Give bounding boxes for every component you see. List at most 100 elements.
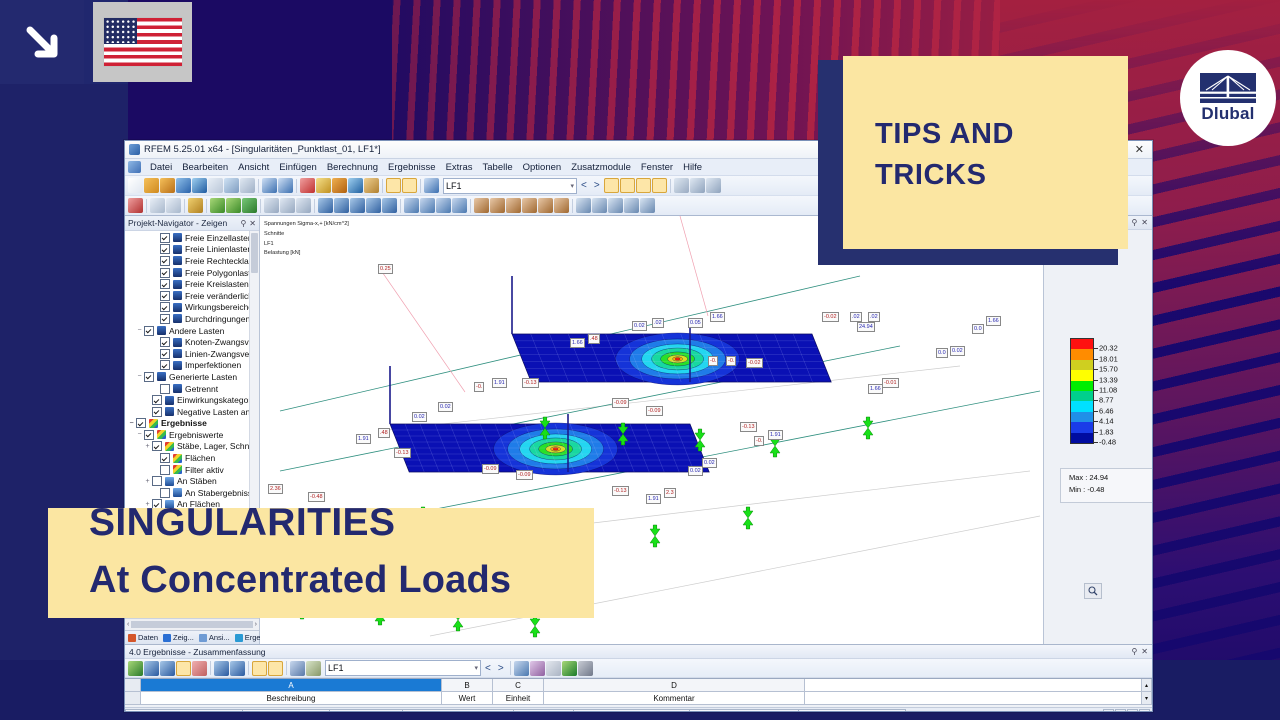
toolbar-button[interactable] (366, 198, 381, 213)
navigator-close-icon[interactable]: ✕ (249, 219, 256, 228)
grid-scroll-arrow[interactable]: ▴ (1142, 679, 1152, 692)
toolbar-button[interactable] (386, 178, 401, 193)
menu-item-tabelle[interactable]: Tabelle (478, 161, 518, 174)
toolbar-button[interactable] (128, 178, 143, 193)
toolbar-button[interactable] (350, 198, 365, 213)
toolbar-button[interactable] (166, 198, 181, 213)
toolbar-button[interactable] (506, 198, 521, 213)
tree-checkbox[interactable] (160, 267, 170, 278)
tree-checkbox[interactable] (160, 255, 170, 266)
menu-item-ergebnisse[interactable]: Ergebnisse (383, 161, 441, 174)
results-grid[interactable]: A B C D ▴ Beschreibung Wert Einheit Kommentar ▾ (125, 678, 1152, 707)
table-close-icon[interactable]: ✕ (1141, 647, 1148, 656)
results-tab[interactable]: Flächen - Hauptschnittgrößen (797, 708, 907, 711)
tree-checkbox[interactable] (136, 418, 146, 429)
toolbar-button[interactable] (404, 198, 419, 213)
grid-column-letter[interactable]: C (493, 679, 544, 692)
toolbar-button[interactable] (150, 198, 165, 213)
scroll-left-icon[interactable]: ‹ (127, 621, 129, 628)
tree-checkbox[interactable] (160, 487, 170, 498)
navigator-tree-item[interactable]: + Stäbe, Lager, Schni (125, 441, 259, 453)
toolbar-button[interactable] (624, 198, 639, 213)
toolbar-button[interactable] (300, 178, 315, 193)
toolbar-button[interactable] (382, 198, 397, 213)
tab-nav-button[interactable]: ◀ (1115, 708, 1126, 711)
toolbar-button[interactable] (452, 198, 467, 213)
toolbar-button[interactable] (545, 660, 561, 676)
tree-checkbox[interactable] (152, 441, 162, 452)
tree-expander-icon[interactable]: + (143, 478, 152, 485)
navigator-tree-item[interactable]: + An Stäben (125, 475, 259, 487)
toolbar-button[interactable] (592, 198, 607, 213)
toolbar-button[interactable] (280, 198, 295, 213)
toolbar-button[interactable] (264, 198, 279, 213)
prev-load-case-button[interactable]: < (578, 180, 590, 191)
tree-expander-icon[interactable]: − (127, 420, 136, 427)
navigator-tree-item[interactable]: Getrennt (125, 383, 259, 395)
tab-nav-button[interactable]: ⏮ (1103, 708, 1114, 711)
toolbar-button[interactable] (208, 178, 223, 193)
menu-item-einfuegen[interactable]: Einfügen (274, 161, 322, 174)
toolbar-button[interactable] (176, 660, 191, 676)
menu-item-datei[interactable]: Datei (145, 161, 177, 174)
chevron-down-icon[interactable]: ▾ (570, 182, 574, 190)
toolbar-button[interactable] (420, 198, 435, 213)
menu-item-extras[interactable]: Extras (441, 161, 478, 174)
tree-checkbox[interactable] (160, 244, 170, 255)
navigator-tree-item[interactable]: Filter aktiv (125, 464, 259, 476)
toolbar-button[interactable] (424, 178, 439, 193)
tree-checkbox[interactable] (160, 313, 170, 324)
toolbar-button[interactable] (192, 178, 207, 193)
toolbar-button[interactable] (316, 178, 331, 193)
navigator-tree-item[interactable]: − Andere Lasten (125, 325, 259, 337)
tree-expander-icon[interactable]: − (135, 373, 144, 380)
navigator-tab[interactable]: Ansi... (197, 633, 232, 642)
navigator-tree-item[interactable]: − Ergebniswerte (125, 429, 259, 441)
menu-item-hilfe[interactable]: Hilfe (678, 161, 707, 174)
menu-item-berechnung[interactable]: Berechnung (322, 161, 383, 174)
menu-item-optionen[interactable]: Optionen (518, 161, 567, 174)
toolbar-button[interactable] (290, 660, 305, 676)
toolbar-button[interactable] (128, 198, 143, 213)
navigator-tree-item[interactable]: Freie veränderliche (125, 290, 259, 302)
navigator-tree-item[interactable]: Freie Einzellasten (125, 232, 259, 244)
navigator-tree-item[interactable]: Knoten-Zwangsver (125, 336, 259, 348)
navigator-tab[interactable]: Daten (126, 633, 160, 642)
tree-checkbox[interactable] (160, 302, 170, 313)
toolbar-button[interactable] (673, 178, 689, 193)
tree-expander-icon[interactable]: − (135, 327, 144, 334)
results-tab[interactable]: Ergebnisse - Zusammenfassung (125, 708, 243, 711)
toolbar-button[interactable] (128, 660, 143, 676)
toolbar-button[interactable] (242, 198, 257, 213)
tree-checkbox[interactable] (160, 279, 170, 290)
zoom-tool-button[interactable] (1084, 583, 1102, 599)
toolbar-button[interactable] (144, 660, 159, 676)
navigator-tree-item[interactable]: Flächen (125, 452, 259, 464)
navigator-tree-item[interactable]: Freie Rechtecklaste (125, 255, 259, 267)
grid-column-letter[interactable]: A (141, 679, 442, 692)
toolbar-button[interactable] (318, 198, 333, 213)
toolbar-button[interactable] (296, 198, 311, 213)
menu-item-ansicht[interactable]: Ansicht (233, 161, 274, 174)
results-tab[interactable]: Linien - Lagerkräfte (328, 708, 404, 711)
toolbar-button[interactable] (529, 660, 545, 676)
tree-checkbox[interactable] (144, 429, 154, 440)
legend-close-icon[interactable]: ✕ (1141, 218, 1148, 227)
toolbar-button[interactable] (603, 178, 619, 193)
toolbar-button[interactable] (490, 198, 505, 213)
scroll-right-icon[interactable]: › (255, 621, 257, 628)
toolbar-button[interactable] (576, 198, 591, 213)
toolbar-button[interactable] (210, 198, 225, 213)
toolbar-button[interactable] (608, 198, 623, 213)
toolbar-button[interactable] (561, 660, 577, 676)
navigator-tree-item[interactable]: Linien-Zwangsversä (125, 348, 259, 360)
tree-checkbox[interactable] (160, 290, 170, 301)
tree-checkbox[interactable] (160, 464, 170, 475)
tree-checkbox[interactable] (152, 395, 162, 406)
navigator-pin-icon[interactable]: ⚲ (240, 219, 246, 228)
toolbar-button[interactable] (348, 178, 363, 193)
results-tab[interactable]: Flächen - lokale Verformungen (402, 708, 515, 711)
menu-item-bearbeiten[interactable]: Bearbeiten (177, 161, 233, 174)
tree-checkbox[interactable] (152, 406, 162, 417)
legend-pin-icon[interactable]: ⚲ (1131, 218, 1137, 227)
